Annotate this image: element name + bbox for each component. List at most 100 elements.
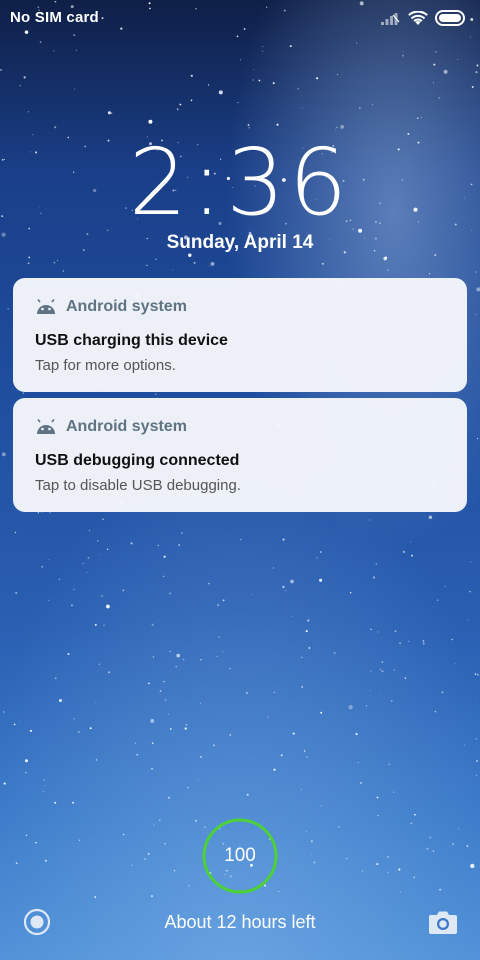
star [470, 561, 472, 563]
star [240, 538, 242, 541]
star [346, 857, 348, 860]
star [392, 791, 394, 793]
star [49, 512, 51, 514]
notification-card[interactable]: Android system USB charging this device … [13, 278, 467, 392]
star [23, 76, 26, 79]
star [416, 117, 419, 119]
star [19, 85, 21, 87]
star [99, 554, 101, 556]
star [411, 554, 413, 557]
star [370, 670, 372, 672]
star [333, 651, 336, 655]
star [55, 677, 57, 680]
star [7, 308, 9, 310]
assistant-circle-icon[interactable] [23, 908, 51, 936]
star [209, 265, 211, 267]
star [376, 863, 379, 866]
star [414, 813, 416, 816]
star [44, 784, 46, 786]
star [102, 518, 104, 521]
star [262, 50, 264, 52]
star [136, 753, 139, 756]
star [174, 870, 176, 872]
star [320, 711, 323, 714]
star [95, 701, 97, 703]
star [169, 650, 172, 653]
star [193, 261, 196, 264]
clock-date: Sunday, April 14 [166, 232, 314, 253]
star [373, 576, 375, 579]
star [74, 88, 76, 90]
star [159, 819, 161, 822]
star [153, 824, 155, 826]
star [434, 50, 437, 53]
star [413, 876, 416, 879]
star [163, 575, 165, 577]
notification-app-name: Android system [66, 298, 187, 315]
camera-icon[interactable] [428, 909, 458, 935]
star [300, 788, 303, 791]
star [54, 801, 57, 804]
star [434, 711, 437, 713]
star [391, 700, 393, 702]
clock-time: 2:36 [128, 129, 352, 236]
star [349, 591, 352, 594]
star [131, 864, 133, 866]
star [369, 690, 371, 692]
star [197, 780, 199, 782]
star [73, 718, 75, 720]
star [336, 73, 339, 76]
star [400, 891, 402, 893]
star [148, 682, 150, 685]
battery-level: 100 [224, 845, 256, 866]
star [89, 727, 92, 730]
android-icon [37, 419, 55, 434]
star [78, 839, 81, 841]
star [429, 836, 432, 839]
star [95, 759, 98, 761]
star [35, 841, 37, 844]
star [3, 782, 6, 785]
star [73, 34, 76, 36]
star [305, 831, 307, 833]
star [320, 805, 322, 807]
star [71, 604, 73, 607]
star [88, 529, 91, 532]
star [155, 258, 157, 261]
star [150, 895, 153, 898]
star [176, 653, 181, 658]
star [301, 686, 304, 688]
star [43, 779, 46, 781]
star [169, 728, 172, 730]
star [27, 111, 29, 113]
star [356, 42, 358, 44]
star [236, 35, 239, 38]
star [310, 840, 313, 843]
star [394, 630, 397, 633]
signal-icon [381, 13, 400, 25]
star [25, 771, 27, 774]
star [434, 254, 437, 257]
star [402, 550, 405, 553]
star [378, 694, 380, 696]
star [134, 742, 136, 744]
star [210, 262, 215, 266]
star [474, 271, 477, 273]
star [58, 578, 61, 581]
star [303, 750, 306, 752]
star [469, 36, 472, 38]
star [433, 82, 435, 84]
status-icons [381, 9, 467, 27]
star [251, 594, 253, 596]
star [151, 623, 154, 626]
star [307, 619, 310, 622]
star [475, 737, 478, 740]
star [152, 656, 155, 658]
star [108, 671, 110, 674]
star [82, 563, 84, 565]
star [218, 90, 223, 95]
notification-card[interactable]: Android system USB debugging connected T… [13, 398, 467, 512]
star [267, 716, 269, 718]
star [454, 663, 456, 665]
star [289, 45, 292, 48]
